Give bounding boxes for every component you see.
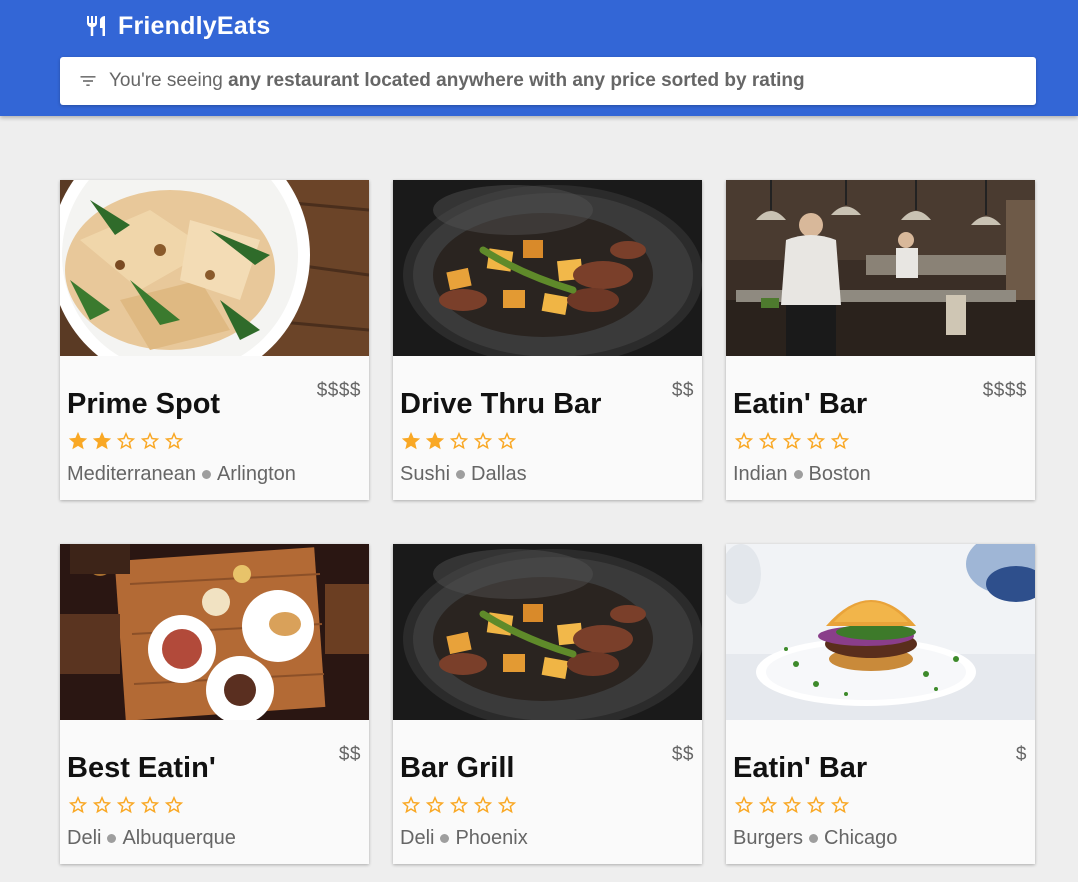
restaurant-card[interactable]: $$ Drive Thru Bar Sushi Dallas [393, 180, 702, 500]
star-rating [67, 794, 185, 820]
restaurant-city: Albuquerque [122, 827, 236, 849]
separator-dot [201, 470, 211, 479]
filter-icon [80, 76, 96, 86]
filter-bar[interactable]: You're seeing any restaurant located any… [60, 57, 1036, 105]
price-level: $ [1015, 744, 1027, 765]
price-level: $$$$ [982, 380, 1027, 401]
restaurant-city: Phoenix [455, 827, 528, 849]
star-outline-icon [115, 430, 137, 452]
price-level: $$$$ [316, 380, 361, 401]
star-filled-icon [91, 430, 113, 452]
restaurant-icon [87, 16, 105, 36]
restaurant-city: Dallas [471, 463, 527, 485]
star-filled-icon [424, 430, 446, 452]
star-filled-icon [400, 430, 422, 452]
star-outline-icon [496, 430, 518, 452]
star-outline-icon [115, 794, 137, 816]
restaurant-name: Bar Grill [400, 752, 515, 784]
restaurant-name: Eatin' Bar [733, 388, 868, 420]
star-outline-icon [829, 794, 851, 816]
filter-description: You're seeing any restaurant located any… [109, 70, 805, 92]
restaurant-photo [726, 180, 1035, 356]
restaurant-name: Drive Thru Bar [400, 388, 602, 420]
separator-dot [809, 834, 819, 843]
star-outline-icon [400, 794, 422, 816]
restaurant-photo [60, 180, 369, 356]
star-rating [733, 430, 851, 456]
restaurant-photo [393, 544, 702, 720]
star-outline-icon [67, 794, 89, 816]
restaurant-meta: Sushi Dallas [400, 463, 527, 486]
price-level: $$ [338, 744, 361, 765]
separator-dot [793, 470, 803, 479]
star-filled-icon [67, 430, 89, 452]
restaurant-card[interactable]: $$$$ Prime Spot Mediterranean Arlington [60, 180, 369, 500]
star-rating [733, 794, 851, 820]
restaurant-city: Arlington [216, 463, 296, 485]
star-outline-icon [424, 794, 446, 816]
restaurant-city: Boston [808, 463, 871, 485]
star-outline-icon [829, 430, 851, 452]
price-level: $$ [671, 380, 694, 401]
restaurant-meta: Mediterranean Arlington [67, 463, 296, 486]
star-outline-icon [139, 430, 161, 452]
star-outline-icon [139, 794, 161, 816]
star-outline-icon [91, 794, 113, 816]
restaurant-city: Chicago [824, 827, 898, 849]
restaurant-meta: Deli Albuquerque [67, 827, 236, 850]
star-outline-icon [163, 794, 185, 816]
restaurant-meta: Burgers Chicago [733, 827, 897, 850]
star-outline-icon [805, 794, 827, 816]
restaurant-name: Best Eatin' [67, 752, 216, 784]
star-outline-icon [472, 794, 494, 816]
star-outline-icon [781, 430, 803, 452]
star-outline-icon [448, 430, 470, 452]
restaurant-category: Sushi [400, 463, 451, 485]
star-rating [400, 794, 518, 820]
restaurant-category: Burgers [733, 827, 804, 849]
restaurant-meta: Indian Boston [733, 463, 871, 486]
brand[interactable]: FriendlyEats [84, 11, 270, 41]
star-outline-icon [757, 794, 779, 816]
restaurant-category: Mediterranean [67, 463, 196, 485]
price-level: $$ [671, 744, 694, 765]
filter-prefix: You're seeing [109, 70, 223, 91]
separator-dot [456, 470, 466, 479]
star-outline-icon [472, 430, 494, 452]
restaurant-photo [393, 180, 702, 356]
star-outline-icon [733, 794, 755, 816]
restaurant-card[interactable]: $$ Bar Grill Deli Phoenix [393, 544, 702, 864]
restaurant-name: Eatin' Bar [733, 752, 868, 784]
restaurant-card[interactable]: $ Eatin' Bar Burgers Chicago [726, 544, 1035, 864]
star-outline-icon [733, 430, 755, 452]
app-header: FriendlyEats You're seeing any restauran… [0, 0, 1078, 116]
restaurant-meta: Deli Phoenix [400, 827, 528, 850]
star-outline-icon [448, 794, 470, 816]
restaurant-category: Deli [67, 827, 102, 849]
star-rating [67, 430, 185, 456]
separator-dot [107, 834, 117, 843]
restaurant-category: Deli [400, 827, 435, 849]
star-outline-icon [163, 430, 185, 452]
separator-dot [440, 834, 450, 843]
restaurant-category: Indian [733, 463, 788, 485]
star-rating [400, 430, 518, 456]
restaurant-photo [60, 544, 369, 720]
restaurant-card[interactable]: $$ Best Eatin' Deli Albuquerque [60, 544, 369, 864]
star-outline-icon [805, 430, 827, 452]
star-outline-icon [496, 794, 518, 816]
restaurant-card[interactable]: $$$$ Eatin' Bar Indian Boston [726, 180, 1035, 500]
app-title: FriendlyEats [118, 11, 271, 40]
star-outline-icon [781, 794, 803, 816]
restaurant-name: Prime Spot [67, 388, 221, 420]
filter-summary: any restaurant located anywhere with any… [228, 70, 805, 91]
star-outline-icon [757, 430, 779, 452]
restaurant-photo [726, 544, 1035, 720]
